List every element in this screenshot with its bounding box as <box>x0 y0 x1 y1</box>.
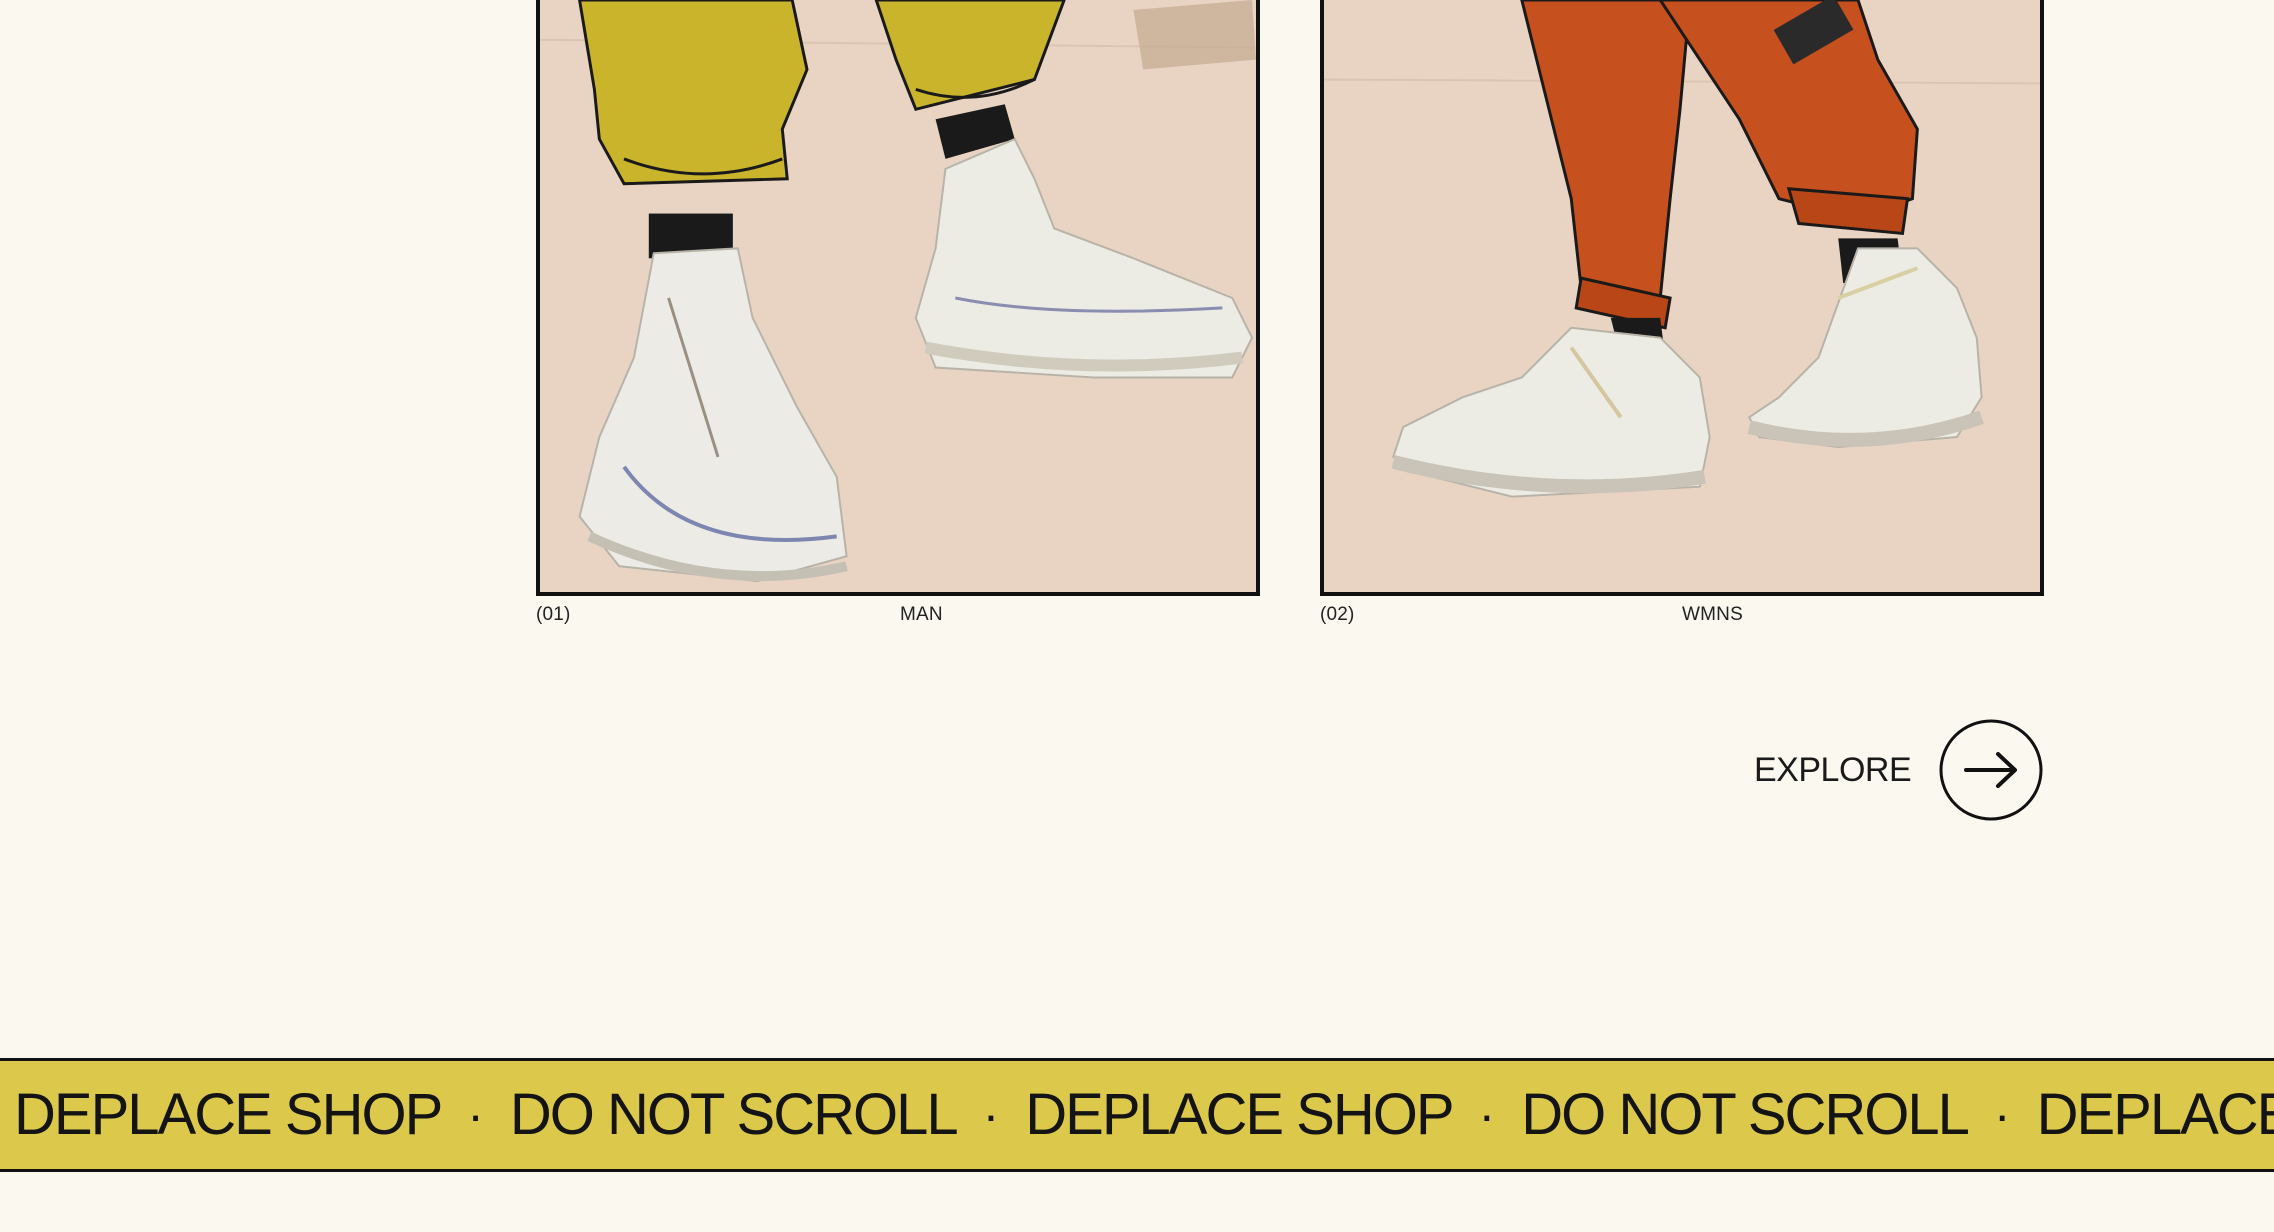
man-sneakers-illustration <box>540 0 1256 592</box>
marquee-separator: · <box>982 1087 1000 1143</box>
marquee-separator: · <box>1993 1087 2011 1143</box>
wmns-sneakers-illustration <box>1324 0 2040 592</box>
marquee-text: DO NOT SCROLL <box>1521 1082 1970 1147</box>
category-card-man[interactable] <box>536 0 1260 596</box>
marquee-text: DEPLACE SHOP <box>1025 1082 1454 1147</box>
marquee-banner: DEPLACE SHOP · DO NOT SCROLL · DEPLACE S… <box>0 1058 2274 1172</box>
category-card-wmns[interactable] <box>1320 0 2044 596</box>
category-number: (02) <box>1320 604 1355 625</box>
marquee-track: DEPLACE SHOP · DO NOT SCROLL · DEPLACE S… <box>0 1086 2274 1144</box>
marquee-separator: · <box>1478 1087 1496 1143</box>
marquee-text: DO NOT SCROLL <box>509 1082 959 1147</box>
explore-button[interactable]: EXPLORE <box>1754 716 2043 824</box>
marquee-separator: · <box>467 1087 484 1143</box>
page: (01) MAN (02) WMNS EXPLORE DEPLACE SHOP … <box>0 0 2274 1232</box>
category-label-wmns[interactable]: WMNS <box>1682 604 1743 628</box>
category-number: (01) <box>536 604 571 625</box>
marquee-text: DEPLACE SHOP <box>2036 1082 2274 1147</box>
marquee-text: DEPLACE SHOP <box>14 1082 443 1147</box>
explore-label: EXPLORE <box>1754 750 1912 789</box>
arrow-right-icon[interactable] <box>1939 718 2043 822</box>
category-label-man[interactable]: MAN <box>900 604 943 628</box>
